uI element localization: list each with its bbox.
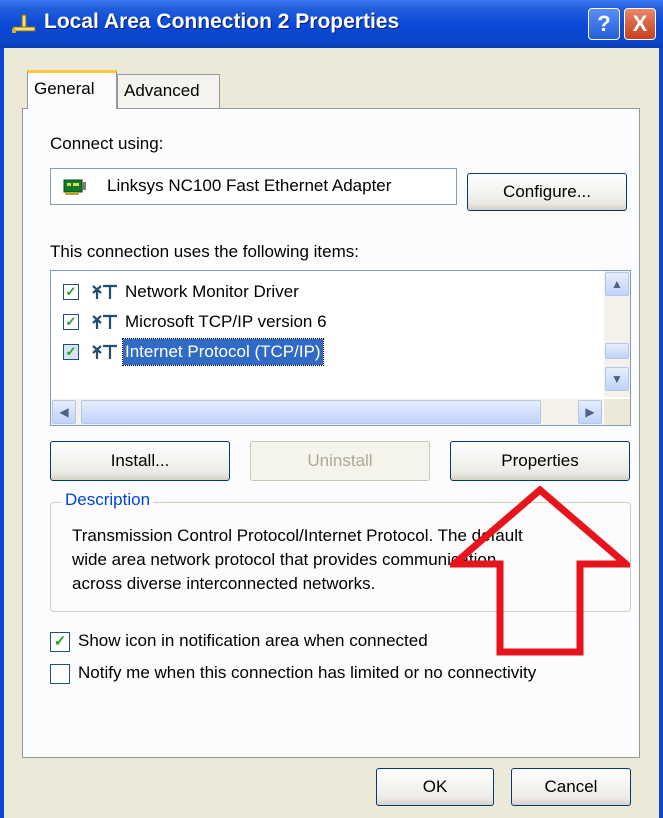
arrow-up-icon: [450, 486, 630, 656]
window-frame-left: [0, 48, 4, 818]
scrollbar-corner: [604, 399, 630, 425]
items-label: This connection uses the following items…: [50, 242, 359, 261]
scroll-thumb[interactable]: [605, 343, 629, 359]
network-protocol-icon: [92, 284, 117, 299]
item-checkbox[interactable]: ✓: [63, 284, 79, 300]
vertical-scrollbar[interactable]: ▲ ▼: [604, 271, 630, 397]
item-checkbox[interactable]: ✓: [63, 344, 79, 360]
install-button[interactable]: Install...: [50, 441, 230, 481]
configure-button[interactable]: Configure...: [467, 173, 627, 211]
help-button[interactable]: ?: [588, 8, 620, 40]
close-button[interactable]: X: [624, 8, 656, 40]
window-frame-right: [659, 48, 663, 818]
tab-general-label: General: [34, 79, 95, 98]
scroll-up-icon[interactable]: ▲: [605, 272, 629, 296]
tab-general[interactable]: General: [27, 70, 117, 109]
network-protocol-icon: [92, 344, 117, 359]
adapter-name: Linksys NC100 Fast Ethernet Adapter: [107, 176, 392, 195]
items-listbox[interactable]: ✓ Network Monitor Driver ✓ Microsoft TCP…: [50, 270, 631, 426]
scroll-right-icon[interactable]: ▶: [578, 400, 602, 424]
install-button-label: Install...: [110, 451, 170, 470]
title-bar[interactable]: Local Area Connection 2 Properties ? X: [0, 0, 663, 48]
network-adapter-icon: [63, 179, 86, 195]
tab-advanced[interactable]: Advanced: [117, 74, 220, 108]
horizontal-scrollbar[interactable]: ◀ ▶: [51, 399, 603, 425]
show-icon-label[interactable]: Show icon in notification area when conn…: [78, 631, 428, 651]
window-title: Local Area Connection 2 Properties: [44, 10, 400, 33]
item-label: Network Monitor Driver: [125, 282, 299, 301]
uninstall-button[interactable]: Uninstall: [250, 441, 430, 481]
properties-dialog: Local Area Connection 2 Properties ? X G…: [0, 0, 663, 818]
item-label: Microsoft TCP/IP version 6: [125, 312, 327, 331]
ok-button-label: OK: [422, 777, 448, 796]
properties-button-label: Properties: [501, 451, 579, 470]
network-protocol-icon: [92, 314, 117, 329]
notify-label[interactable]: Notify me when this connection has limit…: [78, 663, 536, 683]
scroll-left-icon[interactable]: ◀: [52, 400, 76, 424]
item-label: Internet Protocol (TCP/IP): [122, 338, 324, 366]
connect-using-label: Connect using:: [50, 134, 164, 153]
show-icon-checkbox[interactable]: ✓: [50, 632, 70, 652]
tab-advanced-label: Advanced: [124, 81, 200, 100]
properties-button[interactable]: Properties: [450, 441, 630, 481]
cancel-button[interactable]: Cancel: [511, 768, 631, 806]
network-connection-icon: [12, 14, 36, 33]
uninstall-button-label: Uninstall: [307, 451, 373, 470]
configure-button-label: Configure...: [503, 182, 591, 201]
notify-checkbox[interactable]: [50, 664, 70, 684]
cancel-button-label: Cancel: [544, 777, 598, 796]
description-legend: Description: [62, 490, 154, 510]
scroll-down-icon[interactable]: ▼: [605, 367, 629, 391]
scroll-thumb-horizontal[interactable]: [81, 400, 541, 424]
ok-button[interactable]: OK: [376, 768, 494, 806]
item-checkbox[interactable]: ✓: [63, 314, 79, 330]
adapter-field: Linksys NC100 Fast Ethernet Adapter: [50, 168, 457, 205]
